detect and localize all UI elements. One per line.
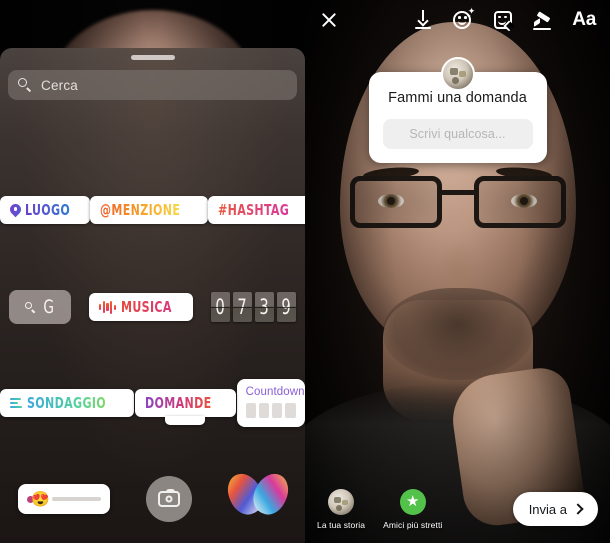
- heart-shape: [221, 468, 295, 525]
- slider-track: [51, 497, 102, 501]
- send-to-button[interactable]: Invia a: [512, 492, 598, 526]
- close-icon[interactable]: [319, 10, 339, 30]
- gif-label: G: [43, 296, 54, 318]
- send-to-label: Invia a: [528, 501, 567, 517]
- face-sparkle-icon[interactable]: ✦ ✦: [452, 7, 475, 31]
- sticker-hashtag[interactable]: #HASHTAG: [207, 196, 305, 224]
- destination-label: La tua storia: [317, 519, 366, 530]
- destination-la-tua-storia[interactable]: La tua storia: [317, 488, 366, 530]
- pen-icon[interactable]: [532, 9, 554, 31]
- sticker-menzione[interactable]: @MENZIONE: [90, 196, 208, 224]
- sticker-row-3: SONDAGGIO DOMANDE Countdown: [0, 373, 305, 433]
- toolbar-actions: ✦ ✦ Aa: [412, 7, 596, 32]
- chevron-right-icon: [572, 503, 584, 515]
- clock-digit: 3: [254, 292, 274, 322]
- camera-icon: [158, 489, 181, 507]
- question-answer-input[interactable]: Scrivi qualcosa...: [382, 119, 533, 149]
- sticker-domande[interactable]: DOMANDE: [134, 389, 236, 425]
- gif-sticker[interactable]: G: [9, 290, 71, 324]
- countdown-boxes: [245, 403, 296, 418]
- question-sticker[interactable]: Fammi una domanda Scrivi qualcosa...: [368, 57, 547, 163]
- clock-digit: 0: [210, 292, 230, 322]
- search-icon: [24, 301, 36, 314]
- clock-digit: 7: [232, 292, 252, 322]
- avatar: [328, 488, 355, 515]
- music-wave-icon: [99, 300, 117, 314]
- editor-toolbar: ✦ ✦ Aa: [305, 0, 610, 40]
- sticker-musica[interactable]: MUSICA: [89, 293, 193, 321]
- sticker-sondaggio[interactable]: SONDAGGIO: [0, 389, 134, 417]
- sticker-domande-label: DOMANDE: [144, 394, 212, 412]
- question-sticker-title: Fammi una domanda: [388, 90, 527, 106]
- clock-digit-value: 0: [215, 294, 226, 319]
- countdown-clock-sticker[interactable]: 0 7 3 9: [210, 292, 296, 322]
- download-icon[interactable]: [412, 9, 434, 31]
- search-input[interactable]: Cerca: [8, 70, 297, 100]
- camera-sticker[interactable]: [146, 476, 193, 522]
- clock-digit-value: 9: [281, 294, 292, 319]
- avatar: [440, 57, 475, 91]
- search-icon: [18, 78, 32, 92]
- sticker-tray: Cerca LUOGO @MENZIONE #HASHTAG G MUSICA …: [0, 48, 305, 543]
- domande-notch: [165, 416, 206, 425]
- sticker-row-4: 😍: [0, 468, 305, 525]
- heart-collage-sticker[interactable]: [221, 468, 295, 525]
- clock-digit-value: 3: [259, 294, 270, 319]
- share-bar: La tua storia ★ Amici più stretti Invia …: [305, 475, 610, 543]
- emoji-slider-sticker[interactable]: 😍: [18, 484, 111, 514]
- sticker-tray-panel: Cerca LUOGO @MENZIONE #HASHTAG G MUSICA …: [0, 0, 305, 543]
- question-answer-placeholder: Scrivi qualcosa...: [409, 127, 506, 141]
- green-star-icon: ★: [399, 488, 426, 515]
- instagram-stories-screenshot: Cerca LUOGO @MENZIONE #HASHTAG G MUSICA …: [0, 0, 610, 543]
- sticker-luogo-label: LUOGO: [25, 201, 71, 219]
- sticker-sondaggio-label: SONDAGGIO: [27, 394, 107, 412]
- sticker-row-1: LUOGO @MENZIONE #HASHTAG: [0, 193, 305, 227]
- sticker-hashtag-label: #HASHTAG: [217, 201, 290, 219]
- sticker-menzione-label: @MENZIONE: [100, 201, 181, 219]
- clock-digit: 9: [276, 292, 296, 322]
- destination-label: Amici più stretti: [383, 519, 443, 530]
- sticker-countdown-label: Countdown: [245, 386, 305, 398]
- drag-handle[interactable]: [130, 55, 175, 60]
- search-placeholder: Cerca: [41, 77, 79, 93]
- text-aa-icon[interactable]: Aa: [572, 9, 596, 31]
- sticker-musica-label: MUSICA: [121, 298, 172, 316]
- destination-amici-piu-stretti[interactable]: ★ Amici più stretti: [383, 488, 443, 530]
- sticker-luogo[interactable]: LUOGO: [0, 196, 91, 224]
- sticker-face-icon[interactable]: [492, 9, 515, 32]
- heart-eyes-emoji-icon: 😍: [31, 490, 50, 508]
- slider-lines-icon: [10, 398, 23, 408]
- clock-digit-value: 7: [237, 294, 248, 319]
- story-editor-panel: ✦ ✦ Aa Fammi una domanda Scrivi qualcosa.…: [305, 0, 610, 543]
- sticker-countdown[interactable]: Countdown: [236, 379, 305, 427]
- sticker-row-2: G MUSICA 0 7 3 9: [0, 286, 305, 328]
- location-pin-icon: [7, 201, 24, 217]
